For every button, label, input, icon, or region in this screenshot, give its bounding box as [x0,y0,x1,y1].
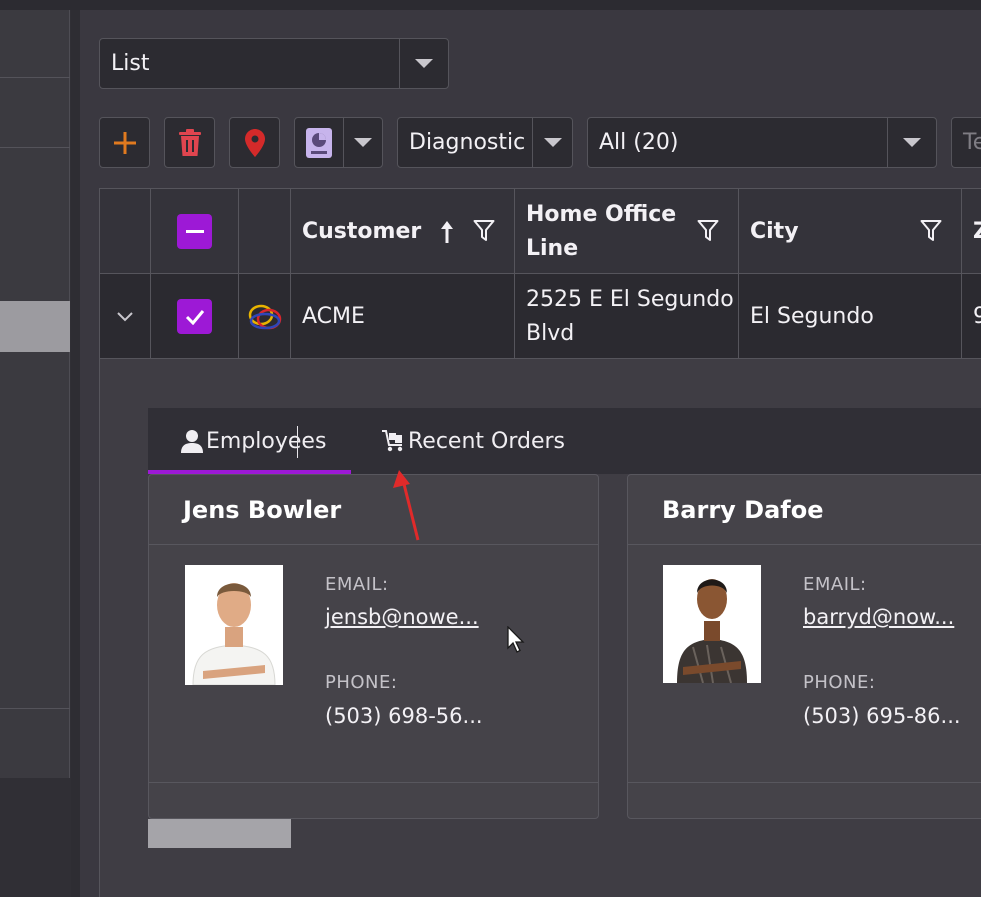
filter-select-value: All (20) [599,130,679,155]
employee-name: Barry Dafoe [628,475,981,545]
zip: 9 [973,303,981,329]
tab-recent-orders[interactable]: Recent Orders [381,408,565,474]
column-header-zip[interactable]: Z [962,189,981,274]
cell-customer: ACME [291,274,515,359]
chevron-down-icon[interactable] [887,118,936,167]
phone-label: PHONE: [803,672,876,693]
report-button[interactable] [295,118,344,167]
chevron-down-icon[interactable] [399,39,448,88]
email-link[interactable]: barryd@now... [803,605,954,629]
table-row[interactable]: ACME 2525 E El Segundo Blvd El Segundo 9 [100,274,981,359]
column-header-home-office-line[interactable]: Home Office Line [515,189,739,274]
column-header-customer[interactable]: Customer [291,189,515,274]
map-pin-icon [244,128,265,157]
row-expand-cell[interactable] [100,274,151,359]
email-link[interactable]: jensb@nowe... [325,605,479,629]
tab-label: Recent Orders [408,428,566,454]
checkmark-icon [185,309,204,325]
filter-icon[interactable] [920,219,942,243]
filter-icon[interactable] [697,219,719,243]
cell-zip: 9 [962,274,981,359]
left-nav-panel [0,10,71,897]
nav-divider [0,147,70,148]
card-footer-divider [628,782,981,783]
nav-divider [0,77,70,78]
left-nav-list [0,10,70,778]
annotation-arrow-icon [393,470,420,541]
horizontal-scrollbar-thumb[interactable] [148,819,291,848]
chevron-down-icon[interactable] [116,311,134,323]
person-icon [181,430,203,453]
row-checkbox[interactable] [177,299,212,334]
column-header-city[interactable]: City [739,189,962,274]
filter-select[interactable]: All (20) [587,117,937,168]
employee-card: Jens Bowler EMAIL: jensb@nowe... PHONE: … [148,474,599,819]
search-input[interactable]: Te [951,117,981,168]
report-icon [306,127,332,158]
row-logo-cell [239,274,291,359]
customer-name: ACME [302,303,365,329]
column-header-label: Customer [302,218,422,244]
detail-tab-strip: Employees Recent Orders [148,408,981,474]
chevron-down-icon[interactable] [344,118,382,167]
chevron-down-icon[interactable] [532,118,572,167]
diagnostic-select[interactable]: Diagnostic [397,117,573,168]
top-bar [0,0,981,10]
tab-label: Employees [206,428,327,454]
header-expand-cell [100,189,151,274]
row-select-cell [151,274,239,359]
minus-icon [185,229,204,233]
phone-value: (503) 695-86... [803,704,961,728]
cart-icon [382,430,403,452]
mouse-cursor-icon [507,626,525,653]
email-label: EMAIL: [803,574,867,595]
map-button[interactable] [229,117,280,168]
home-office-line: 2525 E El Segundo Blvd [526,286,734,346]
trash-icon [178,128,201,156]
grid-header: Customer Home Office Line City Z [100,189,981,274]
column-header-label: Home Office Line [526,201,677,261]
column-header-label: City [750,218,799,244]
phone-label: PHONE: [325,672,398,693]
column-header-label: Z [973,218,981,244]
header-select-cell [151,189,239,274]
header-logo-cell [239,189,291,274]
text-caret [297,426,298,458]
company-logo-icon [248,304,281,329]
cell-home-office-line: 2525 E El Segundo Blvd [515,274,739,359]
nav-divider [0,708,70,709]
plus-icon [113,131,136,154]
cell-city: El Segundo [739,274,962,359]
email-label: EMAIL: [325,574,389,595]
tab-employees[interactable]: Employees [180,408,326,474]
add-button[interactable] [99,117,150,168]
view-select[interactable]: List [99,38,449,89]
phone-value: (503) 698-56... [325,704,483,728]
splitter[interactable] [71,10,80,897]
diagnostic-select-value: Diagnostic [409,130,526,155]
filter-icon[interactable] [473,219,495,243]
search-placeholder: Te [963,130,981,155]
delete-button[interactable] [164,117,215,168]
employee-name: Jens Bowler [149,475,598,545]
card-footer-divider [149,782,598,783]
employee-card: Barry Dafoe EMAIL: barryd@now... PHONE: … [627,474,981,819]
employee-photo [663,565,761,683]
sort-ascending-icon[interactable] [440,220,454,244]
city: El Segundo [750,303,874,329]
nav-item-selected[interactable] [0,301,70,352]
select-all-checkbox[interactable] [177,214,212,249]
employee-photo [185,565,283,685]
report-split-button[interactable] [294,117,383,168]
view-select-value: List [111,51,150,76]
